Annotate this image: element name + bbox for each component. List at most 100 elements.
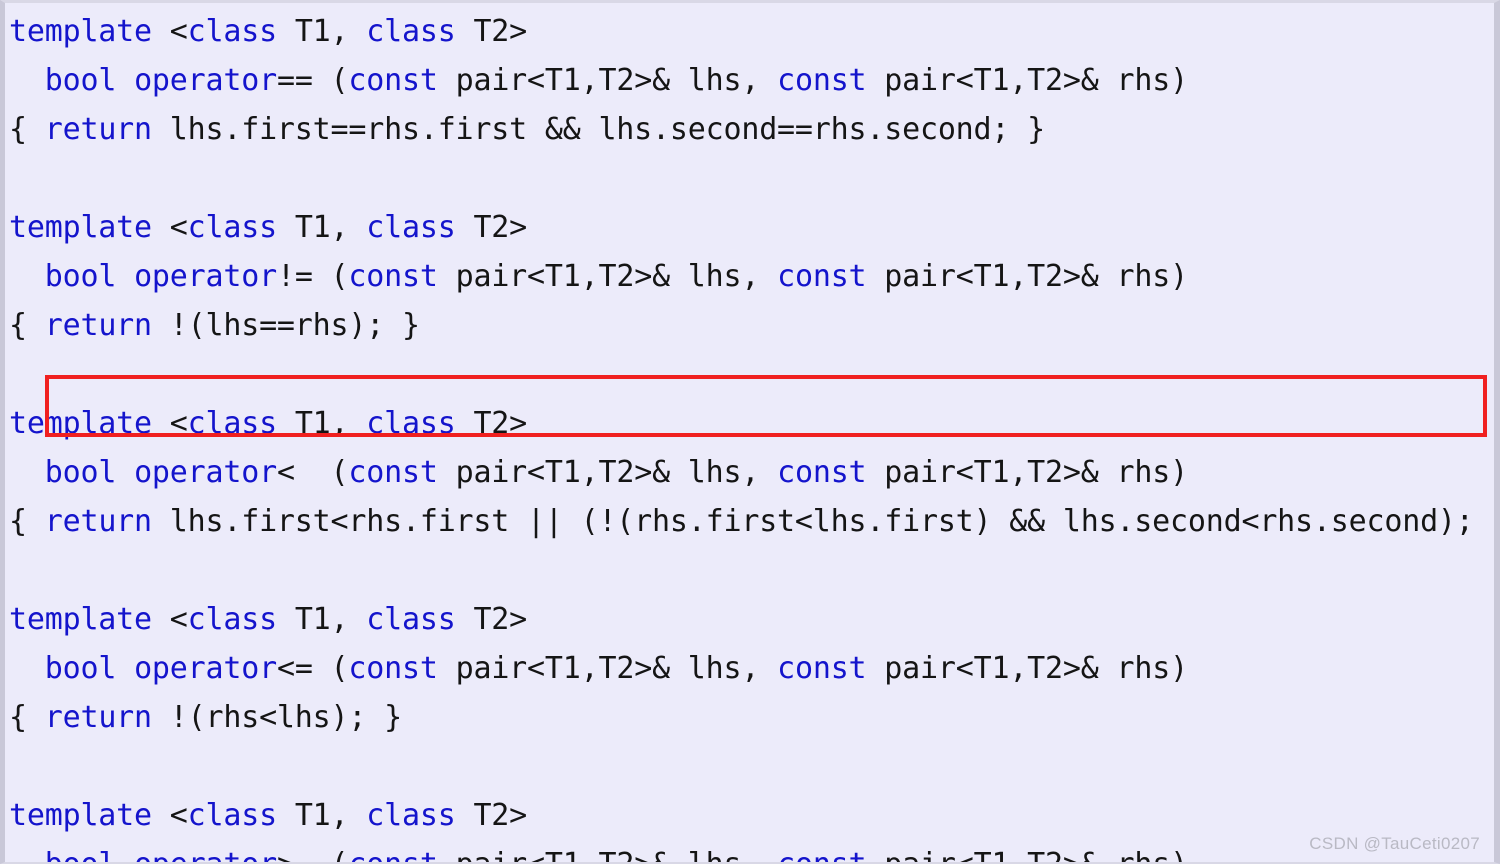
screenshot-root: template <class T1, class T2> bool opera… <box>0 0 1500 864</box>
csdn-watermark: CSDN @TauCeti0207 <box>1309 834 1480 853</box>
code-line: bool operator> (const pair<T1,T2>& lhs, … <box>9 840 1494 862</box>
code-keyword: class <box>366 210 456 245</box>
code-text: < ( <box>276 455 349 490</box>
code-text: T1, <box>276 602 367 637</box>
code-text: < <box>151 406 188 441</box>
code-keyword: const <box>348 259 438 294</box>
code-keyword: const <box>348 455 438 490</box>
code-keyword: class <box>187 406 278 441</box>
code-text: { <box>9 700 45 735</box>
code-line: bool operator!= (const pair<T1,T2>& lhs,… <box>9 252 1494 301</box>
code-keyword: bool <box>45 847 117 862</box>
code-keyword: const <box>348 651 438 686</box>
code-line: { return !(lhs==rhs); } <box>9 301 1494 350</box>
code-text: pair<T1,T2>& rhs) <box>866 455 1188 490</box>
code-keyword: const <box>777 847 867 862</box>
code-text: pair<T1,T2>& lhs, <box>437 259 778 294</box>
code-keyword: class <box>187 602 278 637</box>
code-keyword: template <box>9 602 152 637</box>
code-text: T2> <box>455 406 528 441</box>
code-text: { <box>9 504 45 539</box>
code-lines-container: template <class T1, class T2> bool opera… <box>9 7 1500 862</box>
code-block-panel: template <class T1, class T2> bool opera… <box>0 0 1500 864</box>
code-text: { <box>9 112 45 147</box>
code-text: lhs.first<rhs.first || (!(rhs.first<lhs.… <box>151 504 1500 539</box>
code-text: != ( <box>276 259 349 294</box>
code-text: !(lhs==rhs); } <box>151 308 420 343</box>
code-text: pair<T1,T2>& rhs) <box>866 259 1188 294</box>
code-line: template <class T1, class T2> <box>9 399 1494 448</box>
code-keyword: operator <box>134 847 277 862</box>
code-keyword: bool <box>44 259 117 294</box>
code-text: { <box>9 308 45 343</box>
code-keyword: template <box>9 210 152 245</box>
code-keyword: bool <box>44 651 117 686</box>
code-text: T1, <box>276 210 367 245</box>
code-text: < <box>151 798 188 833</box>
code-text: T2> <box>455 602 528 637</box>
code-line: template <class T1, class T2> <box>9 7 1494 56</box>
code-keyword: return <box>44 700 152 735</box>
code-text: pair<T1,T2>& lhs, <box>437 651 778 686</box>
code-keyword: const <box>777 651 867 686</box>
code-keyword: class <box>366 406 456 441</box>
code-text: pair<T1,T2>& lhs, <box>437 63 778 98</box>
code-line: template <class T1, class T2> <box>9 595 1494 644</box>
code-text: !(rhs<lhs); } <box>151 700 402 735</box>
code-keyword: const <box>777 63 867 98</box>
code-text: lhs.first==rhs.first && lhs.second==rhs.… <box>151 112 1045 147</box>
code-text: > ( <box>277 847 349 862</box>
code-text: T1, <box>276 14 367 49</box>
code-keyword: template <box>9 798 152 833</box>
code-keyword: class <box>187 798 278 833</box>
code-keyword: return <box>44 308 152 343</box>
code-text: pair<T1,T2>& lhs, <box>438 847 777 862</box>
code-text: T2> <box>455 210 528 245</box>
code-keyword: bool <box>44 455 117 490</box>
code-text: T2> <box>455 798 528 833</box>
code-line: { return !(rhs<lhs); } <box>9 693 1494 742</box>
code-keyword: operator <box>134 259 277 294</box>
code-keyword: bool <box>44 63 117 98</box>
code-keyword: template <box>9 14 152 49</box>
code-line-highlighted: { return lhs.first<rhs.first || (!(rhs.f… <box>9 497 1500 546</box>
code-keyword: template <box>9 406 152 441</box>
code-line: template <class T1, class T2> <box>9 791 1494 840</box>
code-keyword: const <box>348 847 438 862</box>
code-keyword: class <box>366 14 456 49</box>
code-text: pair<T1,T2>& rhs) <box>866 651 1188 686</box>
code-text: < <box>151 210 188 245</box>
code-line: bool operator<= (const pair<T1,T2>& lhs,… <box>9 644 1494 693</box>
code-text: <= ( <box>276 651 349 686</box>
code-text: pair<T1,T2>& rhs) <box>866 847 1188 862</box>
code-text: == ( <box>276 63 349 98</box>
code-line: bool operator< (const pair<T1,T2>& lhs, … <box>9 448 1494 497</box>
code-keyword: operator <box>134 63 277 98</box>
code-text: T1, <box>276 798 367 833</box>
code-line: template <class T1, class T2> <box>9 203 1494 252</box>
code-text: < <box>151 14 188 49</box>
code-keyword: class <box>366 798 456 833</box>
code-text: T2> <box>455 14 528 49</box>
code-keyword: class <box>187 14 278 49</box>
code-keyword: return <box>44 112 152 147</box>
code-text: T1, <box>276 406 367 441</box>
code-keyword: const <box>777 455 867 490</box>
code-keyword: class <box>366 602 456 637</box>
code-keyword: const <box>348 63 438 98</box>
code-keyword: operator <box>134 455 277 490</box>
code-text: < <box>151 602 188 637</box>
code-keyword: operator <box>134 651 277 686</box>
